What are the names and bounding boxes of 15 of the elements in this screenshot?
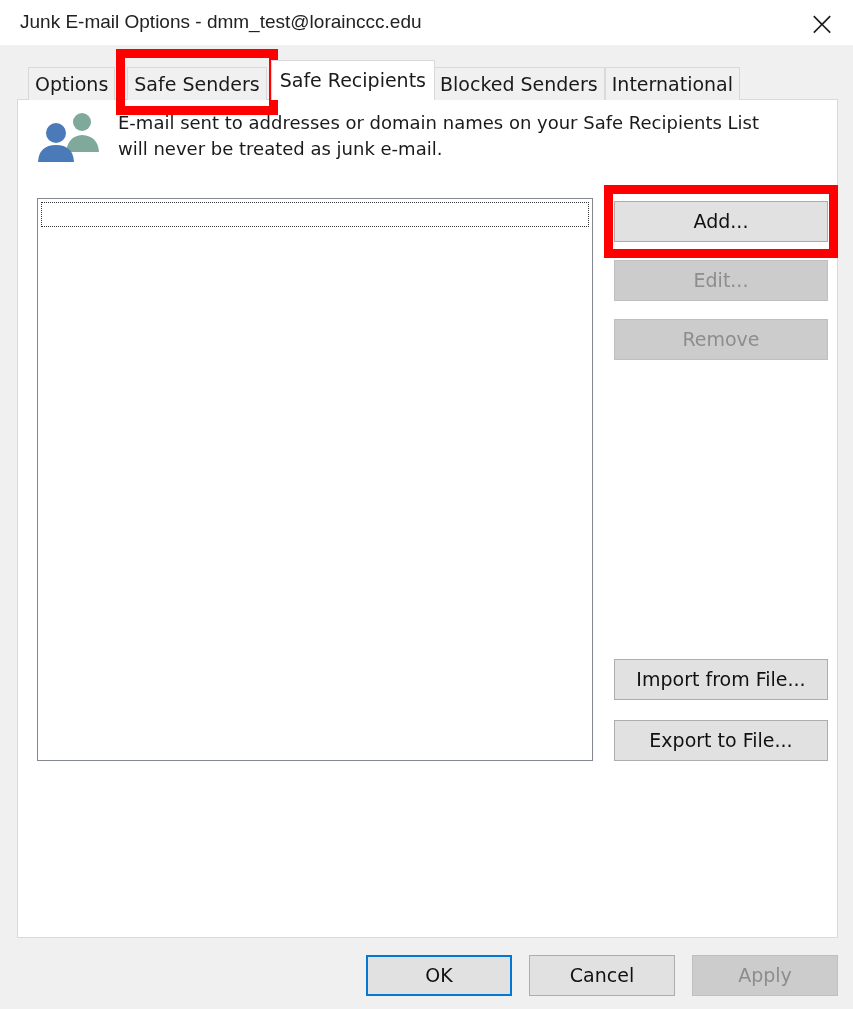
button[interactable]: OK bbox=[366, 955, 512, 996]
button[interactable]: Import from File... bbox=[614, 659, 828, 700]
description-text: E-mail sent to addresses or domain names on your Safe Recipients List will never be treated as junk e-mail. bbox=[118, 111, 761, 161]
button[interactable]: Export to File... bbox=[614, 720, 828, 761]
button[interactable]: Add... bbox=[614, 201, 828, 242]
tab[interactable]: Safe Senders bbox=[127, 67, 267, 100]
tab[interactable]: Options bbox=[28, 67, 116, 100]
tab[interactable]: International bbox=[604, 67, 741, 100]
people-icon bbox=[38, 110, 100, 162]
close-button[interactable]: × bbox=[807, 5, 837, 40]
window-title: Junk E-mail Options - dmm_test@lorainccc.edu bbox=[20, 10, 422, 35]
recipients-list[interactable] bbox=[37, 198, 593, 761]
tab[interactable]: Safe Recipients bbox=[270, 60, 435, 100]
tab[interactable]: Blocked Senders bbox=[433, 67, 605, 100]
button[interactable]: Cancel bbox=[529, 955, 675, 996]
